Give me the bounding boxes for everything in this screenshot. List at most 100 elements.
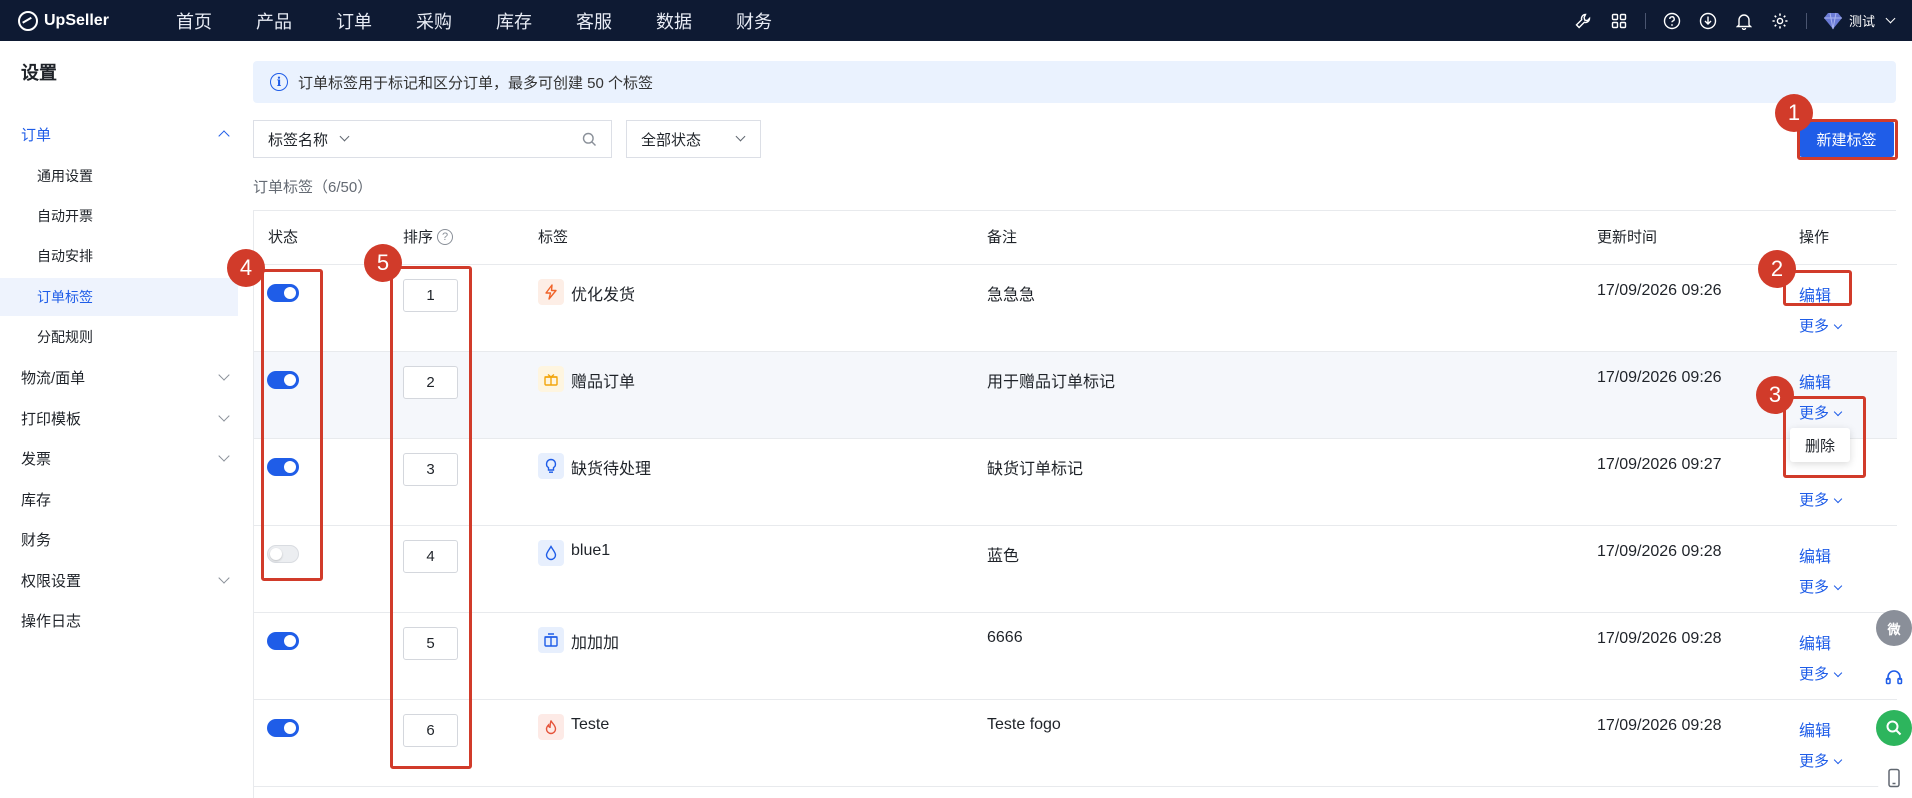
download-icon[interactable] — [1698, 11, 1718, 31]
sidebar-item-print-templates[interactable]: 打印模板 — [0, 399, 240, 437]
search-field-select[interactable]: 标签名称 — [253, 120, 365, 158]
chevron-up-icon — [218, 130, 230, 142]
main-nav: 首页 产品 订单 采购 库存 客服 数据 财务 — [176, 8, 816, 34]
nav-item-service[interactable]: 客服 — [576, 8, 656, 34]
sidebar-item-inventory[interactable]: 库存 — [0, 480, 240, 518]
nav-item-data[interactable]: 数据 — [656, 8, 736, 34]
headset-support-icon[interactable] — [1876, 660, 1912, 696]
tag-name: 加加加 — [571, 635, 620, 652]
annotation-badge-2: 2 — [1758, 250, 1796, 288]
toolbar-divider — [1644, 12, 1646, 29]
sidebar-item-auto-invoice[interactable]: 自动开票 — [0, 197, 240, 235]
nav-item-purchase[interactable]: 采购 — [416, 8, 496, 34]
nav-item-orders[interactable]: 订单 — [336, 8, 416, 34]
table-row: 加加加 6666 17/09/2026 09:28 编辑 更多 — [254, 613, 1897, 700]
sidebar-item-label: 自动开票 — [37, 208, 93, 224]
table-header: 状态 排序? 标签 备注 更新时间 操作 — [254, 211, 1897, 265]
sidebar-item-label: 操作日志 — [21, 612, 82, 630]
sidebar-item-general-settings[interactable]: 通用设置 — [0, 157, 240, 195]
more-dropdown-link[interactable]: 更多 — [1799, 576, 1843, 597]
sidebar-item-order-tags[interactable]: 订单标签 — [0, 278, 238, 316]
nav-item-products[interactable]: 产品 — [256, 8, 336, 34]
more-label: 更多 — [1799, 492, 1830, 509]
search-field-select-value: 标签名称 — [268, 131, 329, 149]
status-toggle[interactable] — [267, 719, 299, 737]
sidebar-item-operation-log[interactable]: 操作日志 — [0, 601, 240, 639]
sidebar-item-label: 财务 — [21, 531, 52, 549]
chevron-down-icon — [218, 572, 230, 584]
tag-name: 赠品订单 — [571, 374, 636, 391]
updated-time: 17/09/2026 09:27 — [1597, 456, 1722, 473]
tag-note: 6666 — [987, 629, 1023, 646]
updated-time: 17/09/2026 09:26 — [1597, 369, 1722, 386]
brand-name: UpSeller — [44, 11, 109, 29]
updated-time: 17/09/2026 09:26 — [1597, 282, 1722, 299]
user-menu[interactable]: 测试 — [1823, 11, 1896, 30]
sidebar-item-allocation-rules[interactable]: 分配规则 — [0, 318, 240, 356]
chevron-down-icon — [735, 131, 746, 142]
sidebar-item-logistics[interactable]: 物流/面单 — [0, 358, 240, 396]
tag-name: Teste — [571, 716, 610, 733]
top-right-tools: 测试 — [1565, 0, 1912, 41]
edit-link[interactable]: 编辑 — [1799, 543, 1831, 567]
table-row: 缺货待处理 缺货订单标记 17/09/2026 09:27 更多 — [254, 439, 1897, 526]
tag-note: 蓝色 — [987, 548, 1020, 565]
brand-logo[interactable]: UpSeller — [18, 10, 158, 31]
edit-link[interactable]: 编辑 — [1799, 369, 1831, 393]
gift-icon — [538, 366, 564, 392]
help-icon[interactable]: ? — [437, 228, 454, 245]
more-dropdown-link[interactable]: 更多 — [1799, 663, 1843, 684]
tag-note: 缺货订单标记 — [987, 461, 1084, 478]
column-header-updated: 更新时间 — [1597, 229, 1658, 246]
edit-link[interactable]: 编辑 — [1799, 630, 1831, 654]
search-input[interactable] — [374, 121, 574, 157]
more-dropdown-link[interactable]: 更多 — [1799, 315, 1843, 336]
chevron-down-icon — [1833, 320, 1843, 330]
box-icon — [538, 627, 564, 653]
sidebar-item-finance[interactable]: 财务 — [0, 520, 240, 558]
drop-icon — [538, 540, 564, 566]
sidebar-item-permissions[interactable]: 权限设置 — [0, 561, 240, 599]
search-float-icon[interactable] — [1876, 710, 1912, 746]
apps-grid-icon[interactable] — [1609, 11, 1629, 31]
settings-sidebar: 设置 订单 通用设置 自动开票 自动安排 订单标签 分配规则 物流/面单 打印模… — [0, 41, 240, 798]
sidebar-item-auto-arrange[interactable]: 自动安排 — [0, 237, 240, 275]
more-dropdown-link[interactable]: 更多 — [1799, 489, 1843, 510]
annotation-box-3 — [1783, 396, 1866, 478]
nav-item-finance[interactable]: 财务 — [736, 8, 816, 34]
mobile-phone-icon[interactable] — [1876, 760, 1912, 796]
chevron-down-icon — [1833, 668, 1843, 678]
help-icon[interactable] — [1662, 11, 1682, 31]
nav-item-inventory[interactable]: 库存 — [496, 8, 576, 34]
wrench-icon[interactable] — [1573, 11, 1593, 31]
edit-link[interactable]: 编辑 — [1799, 717, 1831, 741]
chevron-down-icon — [339, 131, 350, 142]
sidebar-item-invoice[interactable]: 发票 — [0, 439, 240, 477]
more-label: 更多 — [1799, 666, 1830, 683]
chevron-down-icon — [218, 410, 230, 422]
more-label: 更多 — [1799, 753, 1830, 770]
sidebar-item-label: 通用设置 — [37, 168, 93, 184]
column-header-actions: 操作 — [1799, 229, 1830, 246]
wechat-float-button[interactable]: 微 — [1876, 610, 1912, 646]
settings-gear-icon[interactable] — [1770, 11, 1790, 31]
annotation-badge-5: 5 — [364, 244, 402, 282]
more-dropdown-link[interactable]: 更多 — [1799, 750, 1843, 771]
info-banner: i 订单标签用于标记和区分订单，最多可创建 50 个标签 — [253, 61, 1896, 103]
diamond-avatar-icon — [1823, 12, 1842, 29]
bell-icon[interactable] — [1734, 11, 1754, 31]
annotation-badge-3: 3 — [1756, 376, 1794, 414]
sidebar-item-orders[interactable]: 订单 — [0, 115, 240, 153]
sidebar-item-label: 物流/面单 — [21, 369, 86, 387]
top-navbar: UpSeller 首页 产品 订单 采购 库存 客服 数据 财务 测试 — [0, 0, 1912, 41]
sidebar-item-label: 库存 — [21, 491, 52, 509]
sidebar-item-label: 订单 — [21, 126, 52, 144]
search-icon[interactable] — [582, 132, 597, 150]
table-row: blue1 蓝色 17/09/2026 09:28 编辑 更多 — [254, 526, 1897, 613]
nav-item-home[interactable]: 首页 — [176, 8, 256, 34]
wechat-label: 微 — [1887, 621, 1901, 637]
status-toggle[interactable] — [267, 632, 299, 650]
column-header-note: 备注 — [987, 229, 1018, 246]
status-filter-select[interactable]: 全部状态 — [626, 120, 761, 158]
tag-note: 用于赠品订单标记 — [987, 374, 1116, 391]
